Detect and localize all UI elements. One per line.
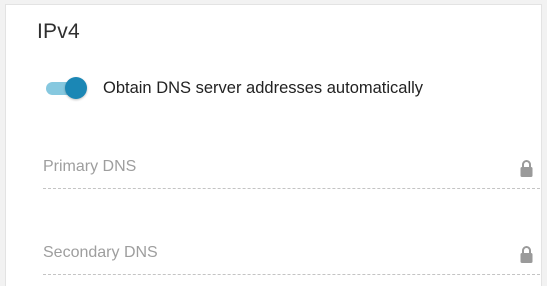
primary-dns-underline — [43, 188, 540, 189]
section-title: IPv4 — [37, 20, 80, 43]
secondary-dns-underline — [43, 274, 540, 275]
dns-auto-toggle[interactable] — [43, 74, 87, 102]
dns-auto-toggle-label[interactable]: Obtain DNS server addresses automaticall… — [103, 79, 423, 98]
secondary-dns-field — [43, 238, 540, 275]
lock-icon — [520, 246, 533, 263]
primary-dns-field — [43, 152, 540, 189]
toggle-thumb[interactable] — [65, 77, 87, 99]
secondary-dns-input[interactable] — [43, 238, 503, 268]
primary-dns-input[interactable] — [43, 152, 503, 182]
dns-auto-toggle-row: Obtain DNS server addresses automaticall… — [43, 74, 423, 102]
ipv4-settings-card: IPv4 Obtain DNS server addresses automat… — [5, 4, 542, 286]
lock-icon — [520, 160, 533, 177]
